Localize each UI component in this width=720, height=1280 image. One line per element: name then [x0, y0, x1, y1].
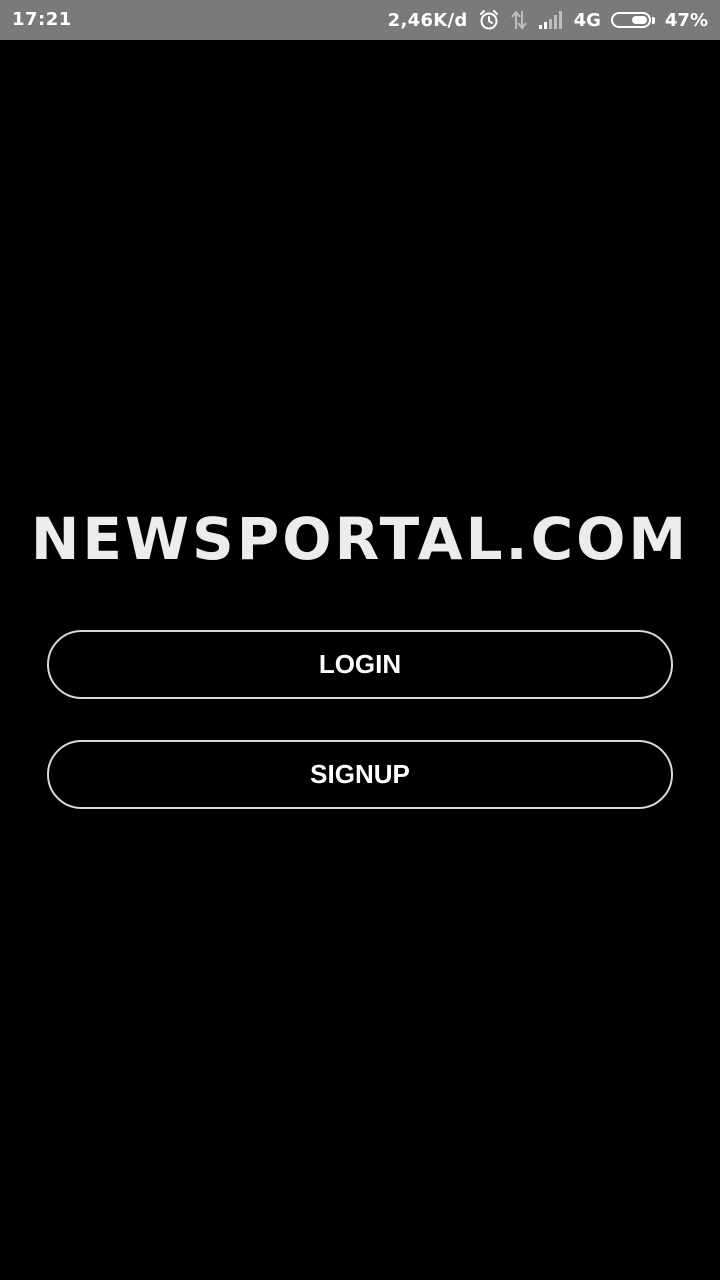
battery-percent: 47% — [664, 9, 708, 31]
status-time: 17:21 — [12, 9, 72, 30]
login-screen: 17:21 2,46K/d 4G 47% NEWSPORTAL.COM LOGI… — [0, 0, 720, 1280]
data-speed: 2,46K/d — [387, 9, 468, 31]
network-type: 4G — [573, 9, 601, 31]
data-transfer-icon — [510, 9, 528, 31]
signup-button[interactable]: SIGNUP — [47, 740, 673, 809]
app-logo: NEWSPORTAL.COM — [30, 505, 690, 573]
alarm-icon — [478, 9, 500, 31]
status-indicators: 2,46K/d 4G 47% — [388, 7, 708, 33]
login-button[interactable]: LOGIN — [47, 630, 673, 699]
signal-icon — [538, 10, 564, 30]
battery-icon — [610, 12, 655, 28]
status-bar: 17:21 2,46K/d 4G 47% — [0, 0, 720, 40]
